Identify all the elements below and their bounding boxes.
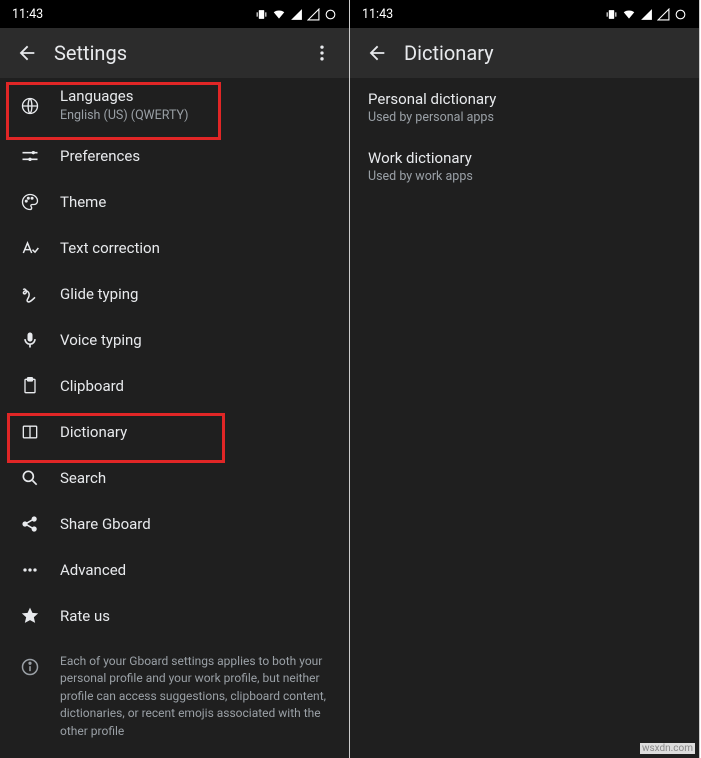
- status-icons: [255, 7, 337, 21]
- arrow-left-icon: [16, 42, 38, 64]
- appbar: Settings: [0, 28, 349, 78]
- arrow-left-icon: [366, 42, 388, 64]
- mic-icon: [18, 328, 42, 352]
- status-time: 11:43: [362, 7, 393, 22]
- star-icon: [18, 604, 42, 628]
- dictionary-list: Personal dictionary Used by personal app…: [350, 78, 699, 758]
- item-subtitle: Used by work apps: [368, 169, 681, 184]
- wifi-icon: [272, 7, 286, 21]
- info-text: Each of your Gboard settings applies to …: [60, 653, 331, 740]
- item-share[interactable]: Share Gboard: [0, 501, 349, 547]
- settings-list: Languages English (US) (QWERTY) Preferen…: [0, 78, 349, 758]
- screen-settings: 11:43 Settings Languages English (US) (Q…: [0, 0, 350, 758]
- more-vert-icon: [312, 43, 332, 63]
- item-title: Share Gboard: [60, 515, 333, 534]
- item-title: Dictionary: [60, 423, 333, 442]
- item-voice-typing[interactable]: Voice typing: [0, 317, 349, 363]
- appbar: Dictionary: [350, 28, 699, 78]
- vibrate-icon: [605, 8, 618, 21]
- item-title: Glide typing: [60, 285, 333, 304]
- item-glide-typing[interactable]: Glide typing: [0, 271, 349, 317]
- item-subtitle: Used by personal apps: [368, 110, 681, 125]
- item-languages[interactable]: Languages English (US) (QWERTY): [0, 78, 349, 133]
- item-title: Voice typing: [60, 331, 333, 350]
- back-button[interactable]: [8, 34, 46, 72]
- item-title: Languages: [60, 87, 333, 106]
- item-title: Clipboard: [60, 377, 333, 396]
- back-button[interactable]: [358, 34, 396, 72]
- signal2-icon: [307, 8, 320, 21]
- item-text-correction[interactable]: Text correction: [0, 225, 349, 271]
- vibrate-icon: [255, 8, 268, 21]
- info-icon: [18, 655, 42, 679]
- item-personal-dictionary[interactable]: Personal dictionary Used by personal app…: [350, 78, 699, 137]
- share-icon: [18, 512, 42, 536]
- status-icons: [605, 7, 687, 21]
- appbar-title: Dictionary: [404, 41, 691, 65]
- item-theme[interactable]: Theme: [0, 179, 349, 225]
- item-title: Personal dictionary: [368, 90, 681, 108]
- item-title: Preferences: [60, 147, 333, 166]
- item-clipboard[interactable]: Clipboard: [0, 363, 349, 409]
- more-horiz-icon: [18, 558, 42, 582]
- item-search[interactable]: Search: [0, 455, 349, 501]
- book-icon: [18, 420, 42, 444]
- overflow-menu-button[interactable]: [303, 34, 341, 72]
- gesture-icon: [18, 282, 42, 306]
- watermark: wsxdn.com: [640, 743, 695, 754]
- item-title: Search: [60, 469, 333, 488]
- item-title: Text correction: [60, 239, 333, 258]
- item-work-dictionary[interactable]: Work dictionary Used by work apps: [350, 137, 699, 196]
- item-dictionary[interactable]: Dictionary: [0, 409, 349, 455]
- appbar-title: Settings: [54, 41, 303, 65]
- status-bar: 11:43: [350, 0, 699, 28]
- screen-dictionary: 11:43 Dictionary Personal dictionary Use…: [350, 0, 700, 758]
- item-title: Theme: [60, 193, 333, 212]
- palette-icon: [18, 190, 42, 214]
- status-bar: 11:43: [0, 0, 349, 28]
- item-advanced[interactable]: Advanced: [0, 547, 349, 593]
- signal-icon: [640, 8, 653, 21]
- signal-icon: [290, 8, 303, 21]
- item-subtitle: English (US) (QWERTY): [60, 108, 333, 124]
- item-preferences[interactable]: Preferences: [0, 133, 349, 179]
- text-correction-icon: [18, 236, 42, 260]
- circle-icon: [674, 8, 687, 21]
- item-rate[interactable]: Rate us: [0, 593, 349, 639]
- item-title: Work dictionary: [368, 149, 681, 167]
- info-block: Each of your Gboard settings applies to …: [0, 639, 349, 754]
- clipboard-icon: [18, 374, 42, 398]
- globe-icon: [18, 94, 42, 118]
- circle-icon: [324, 8, 337, 21]
- item-title: Rate us: [60, 607, 333, 626]
- signal2-icon: [657, 8, 670, 21]
- status-time: 11:43: [12, 7, 43, 22]
- item-title: Advanced: [60, 561, 333, 580]
- wifi-icon: [622, 7, 636, 21]
- search-icon: [18, 466, 42, 490]
- tune-icon: [18, 144, 42, 168]
